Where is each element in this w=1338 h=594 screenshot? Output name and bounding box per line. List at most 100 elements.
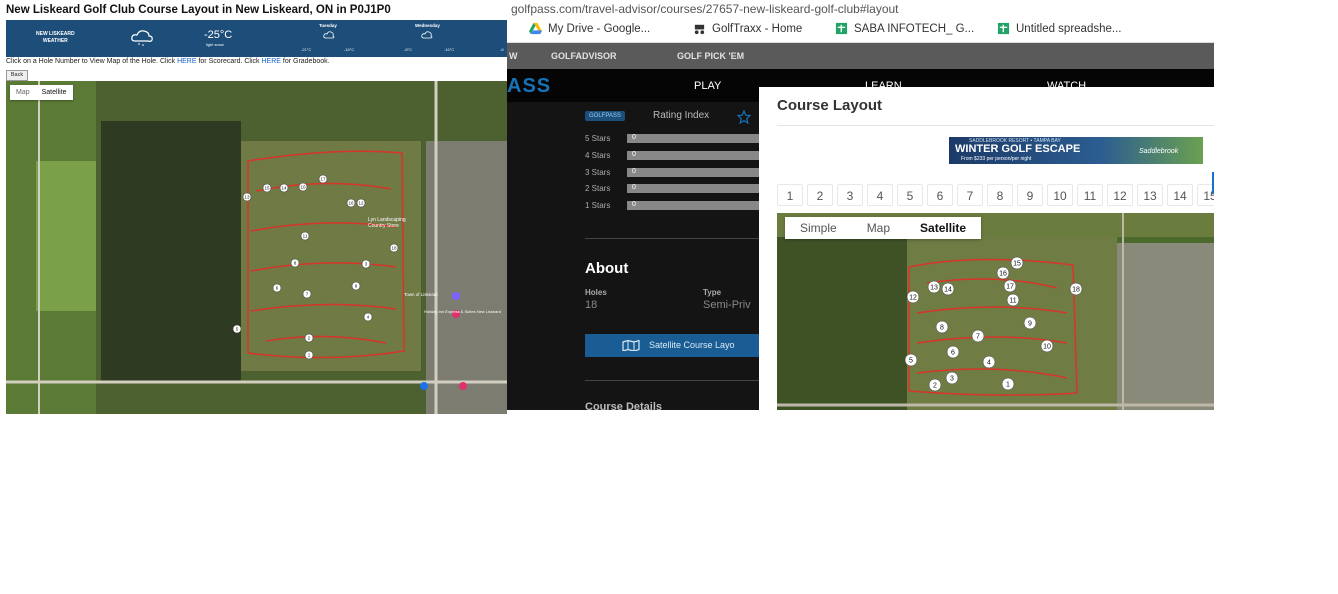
hole-marker-10[interactable]: 10	[1040, 339, 1054, 353]
map-tab-map[interactable]: Map	[852, 217, 905, 239]
hole-tab-7[interactable]: 7	[957, 184, 983, 206]
hole-tab-4[interactable]: 4	[867, 184, 893, 206]
hole-tab-5[interactable]: 5	[897, 184, 923, 206]
hole-tab-1[interactable]: 1	[777, 184, 803, 206]
weather-description: light snow	[206, 42, 224, 47]
bookmark-untitled-spreadsheet[interactable]: Untitled spreadshe...	[997, 22, 1121, 35]
divider	[585, 380, 765, 381]
hole-marker-13[interactable]: 13	[242, 192, 252, 202]
advertisement-banner[interactable]: SADDLEBROOK RESORT • TAMPA BAY WINTER GO…	[949, 137, 1203, 164]
star-row-label: 3 Stars	[585, 168, 611, 177]
hole-marker-16[interactable]: 16	[996, 266, 1010, 280]
map-tab-satellite[interactable]: Satellite	[36, 85, 73, 100]
satellite-map[interactable]: 13 15 14 10 17 12 16 11 18 8 3 7 9 6 4 5 1 2 Lyn Landscap…	[6, 81, 507, 414]
hole-tab-3[interactable]: 3	[837, 184, 863, 206]
map-tab-satellite[interactable]: Satellite	[905, 217, 981, 239]
hole-marker-5[interactable]: 5	[904, 353, 918, 367]
hole-marker-13[interactable]: 13	[927, 280, 941, 294]
hole-tab-14[interactable]: 14	[1167, 184, 1193, 206]
bookmark-saba[interactable]: SABA INFOTECH_ G...	[835, 22, 974, 35]
hole-marker-7[interactable]: 7	[971, 329, 985, 343]
hole-marker-3[interactable]: 3	[945, 371, 959, 385]
hole-marker-9[interactable]: 9	[1023, 316, 1037, 330]
satellite-map[interactable]: 15 16 17 11 18 12 13 14 8 7 9 6 10 5 4 3 2 1 Simple Map Sat…	[777, 213, 1214, 410]
back-button[interactable]: Back	[6, 70, 28, 81]
hole-tab-10[interactable]: 10	[1047, 184, 1073, 206]
hole-marker-2[interactable]: 2	[304, 333, 314, 343]
ad-brand: Saddlebrook	[1139, 148, 1179, 155]
hole-marker-15[interactable]: 15	[1010, 256, 1024, 270]
hole-marker-14[interactable]: 14	[279, 183, 289, 193]
svg-text:18: 18	[391, 246, 397, 251]
address-bar[interactable]: golfpass.com/travel-advisor/courses/2765…	[507, 0, 1214, 18]
topnav-golfadvisor[interactable]: GOLFADVISOR	[551, 43, 617, 69]
bookmark-my-drive[interactable]: My Drive - Google...	[529, 22, 650, 35]
hole-marker-17[interactable]: 17	[1003, 279, 1017, 293]
star-row-label: 4 Stars	[585, 151, 611, 160]
bookmark-label: GolfTraxx - Home	[712, 22, 803, 35]
cloud-icon	[421, 31, 433, 39]
holes-label: Holes	[585, 288, 607, 297]
spreadsheet-icon	[835, 22, 848, 35]
hole-marker-4[interactable]: 4	[982, 355, 996, 369]
hole-marker-4[interactable]: 4	[363, 312, 373, 322]
hole-tab-13[interactable]: 13	[1137, 184, 1163, 206]
hole-marker-12[interactable]: 12	[356, 198, 366, 208]
hole-marker-11[interactable]: 11	[1006, 293, 1020, 307]
hole-marker-8[interactable]: 8	[935, 320, 949, 334]
star-count: 0	[632, 201, 636, 208]
map-icon	[622, 340, 640, 351]
hole-marker-14[interactable]: 14	[941, 282, 955, 296]
hole-marker-3[interactable]: 3	[361, 259, 371, 269]
bookmark-label: SABA INFOTECH_ G...	[854, 22, 975, 35]
hole-tab-2[interactable]: 2	[807, 184, 833, 206]
divider	[777, 125, 1214, 126]
hole-marker-17[interactable]: 17	[318, 174, 328, 184]
map-tab-map[interactable]: Map	[10, 85, 36, 100]
bookmarks-bar: My Drive - Google... GolfTraxx - Home SA…	[507, 18, 1214, 43]
hole-tab-9[interactable]: 9	[1017, 184, 1043, 206]
hole-marker-10[interactable]: 10	[298, 182, 308, 192]
scorecard-link[interactable]: HERE	[177, 58, 196, 65]
bookmark-golftraxx[interactable]: GolfTraxx - Home	[693, 22, 802, 35]
hole-marker-15[interactable]: 15	[262, 183, 272, 193]
golf-cart-icon	[694, 24, 705, 35]
weather-city: NEW LISKEARD	[36, 31, 75, 37]
hole-marker-9[interactable]: 9	[351, 281, 361, 291]
nav-play[interactable]: PLAY	[694, 80, 721, 92]
hole-tab-11[interactable]: 11	[1077, 184, 1103, 206]
gradebook-link[interactable]: HERE	[261, 58, 280, 65]
hole-marker-8[interactable]: 8	[290, 258, 300, 268]
hole-tab-8[interactable]: 8	[987, 184, 1013, 206]
instruction-text: for Gradebook.	[280, 58, 330, 65]
topnav-partial-link[interactable]: W	[509, 43, 518, 69]
hole-tab-6[interactable]: 6	[927, 184, 953, 206]
hole-marker-5[interactable]: 5	[232, 324, 242, 334]
hole-marker-7[interactable]: 7	[302, 289, 312, 299]
holes-value: 18	[585, 299, 598, 311]
satellite-course-layout-button[interactable]: Satellite Course Layo	[585, 334, 765, 357]
hole-marker-18[interactable]: 18	[389, 243, 399, 253]
instruction-text: for Scorecard. Click	[196, 58, 262, 65]
star-bar	[627, 201, 767, 210]
weather-location: NEW LISKEARD WEATHER	[36, 31, 75, 45]
hole-marker-11[interactable]: 11	[300, 231, 310, 241]
bookmark-label: My Drive - Google...	[548, 22, 651, 35]
hole-marker-16[interactable]: 16	[346, 198, 356, 208]
hole-marker-18[interactable]: 18	[1069, 282, 1083, 296]
hole-tab-12[interactable]: 12	[1107, 184, 1133, 206]
hole-marker-1[interactable]: 1	[304, 350, 314, 360]
map-tab-simple[interactable]: Simple	[785, 217, 852, 239]
weather-widget[interactable]: NEW LISKEARD WEATHER -25°C light snow Tu…	[6, 20, 507, 57]
hole-marker-6[interactable]: 6	[272, 283, 282, 293]
star-bar	[627, 134, 767, 143]
hole-marker-6[interactable]: 6	[946, 345, 960, 359]
topnav-golf-pickem[interactable]: GOLF PICK 'EM	[677, 43, 744, 69]
hole-marker-2[interactable]: 2	[928, 378, 942, 392]
rating-index-title: Rating Index	[653, 110, 710, 121]
hole-marker-1[interactable]: 1	[1001, 377, 1015, 391]
golfpass-logo[interactable]: ASS	[507, 75, 551, 98]
hole-marker-12[interactable]: 12	[906, 290, 920, 304]
svg-text:14: 14	[944, 286, 952, 293]
star-count: 0	[632, 168, 636, 175]
